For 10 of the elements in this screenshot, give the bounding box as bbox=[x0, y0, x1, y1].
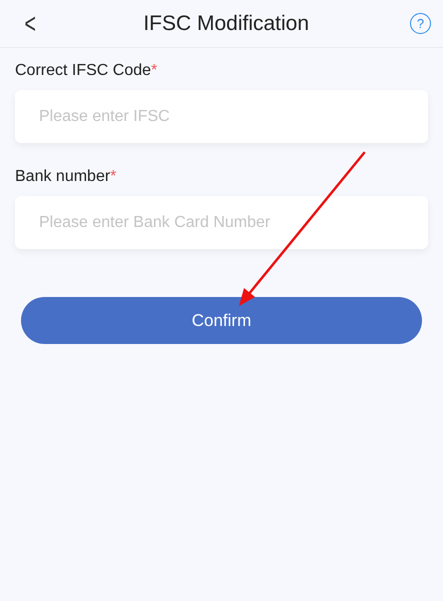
input-field[interactable]: Please enter Bank Card Number bbox=[15, 196, 428, 249]
page-title: IFSC Modification bbox=[143, 12, 310, 36]
input-field[interactable]: Please enter IFSC bbox=[15, 90, 428, 143]
required-mark: * bbox=[110, 168, 116, 185]
confirm-button[interactable]: Confirm bbox=[21, 297, 422, 344]
field-label: Correct IFSC Code bbox=[15, 62, 152, 79]
back-button[interactable]: < bbox=[22, 10, 39, 38]
help-button[interactable]: ? bbox=[410, 13, 431, 34]
required-mark: * bbox=[151, 62, 158, 79]
field-label: Bank number bbox=[15, 168, 110, 185]
